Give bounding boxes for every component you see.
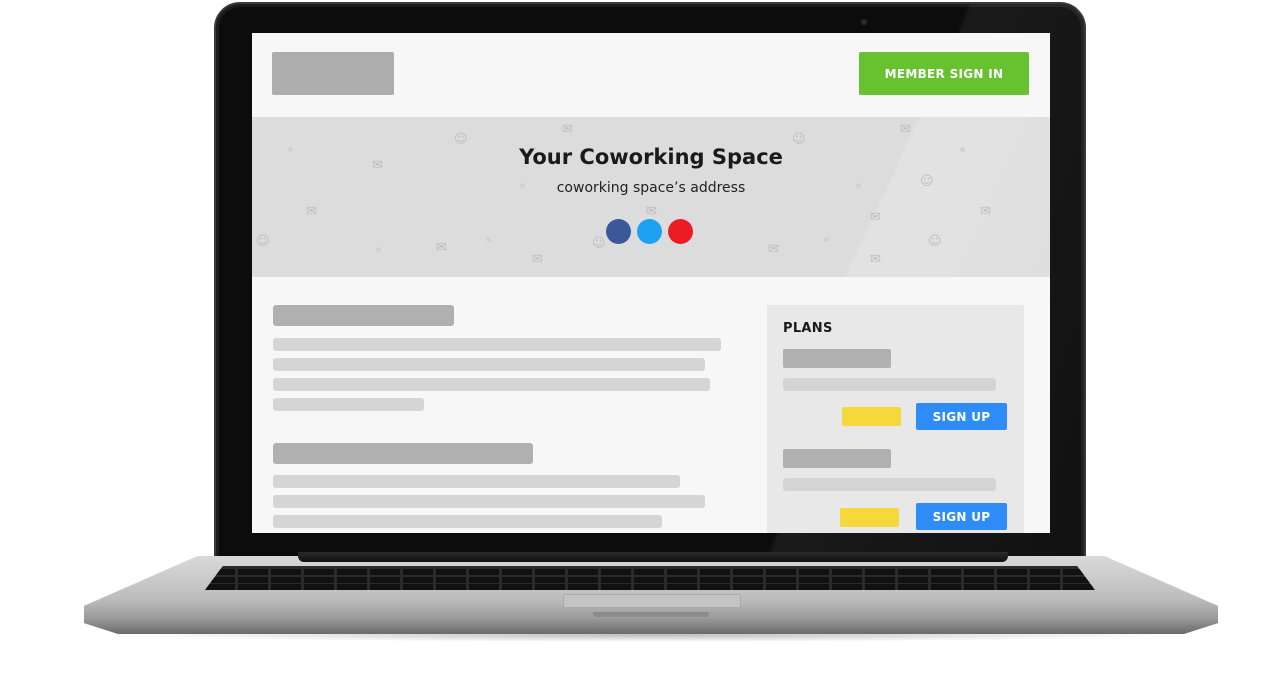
social-links <box>606 219 696 245</box>
webcam <box>861 19 867 25</box>
key-row <box>205 569 1095 575</box>
plan-price-placeholder <box>840 508 899 527</box>
envelope-pattern-icon: ✉ <box>646 204 657 219</box>
site-header: MEMBER SIGN IN <box>252 33 1050 117</box>
keyboard <box>205 566 1095 590</box>
plan-description-placeholder <box>783 378 996 391</box>
plans-panel: PLANS SIGN UP SIGN UP <box>767 305 1024 533</box>
envelope-pattern-icon: ✉ <box>870 210 881 225</box>
envelope-pattern-icon: ✉ <box>980 204 991 219</box>
pattern-dot <box>376 247 381 252</box>
text-line-placeholder <box>273 475 680 488</box>
plans-title: PLANS <box>783 321 833 336</box>
laptop-front-notch <box>593 612 709 617</box>
envelope-pattern-icon: ✉ <box>436 240 447 255</box>
hero-banner: ☺ ✉ ✉ ✉ ☺ ✉ ✉ ✉ ☺ ☺ ✉ ☺ ✉ ✉ ☺ ✉ ✉ Your C… <box>252 117 1050 277</box>
plan-name-placeholder <box>783 349 891 368</box>
text-line-placeholder <box>273 495 705 508</box>
plan-price-placeholder <box>842 407 901 426</box>
user-pattern-icon: ☺ <box>256 234 270 249</box>
sign-up-button[interactable]: SIGN UP <box>916 503 1007 530</box>
text-line-placeholder <box>273 338 721 351</box>
text-line-placeholder <box>273 378 710 391</box>
youtube-icon[interactable] <box>668 219 693 244</box>
key-row <box>205 584 1095 590</box>
text-line-placeholder <box>273 358 705 371</box>
sign-up-button[interactable]: SIGN UP <box>916 403 1007 430</box>
envelope-pattern-icon: ✉ <box>562 122 573 137</box>
envelope-pattern-icon: ✉ <box>900 122 911 137</box>
member-sign-in-button[interactable]: MEMBER SIGN IN <box>859 52 1029 95</box>
laptop-hinge <box>298 552 1008 562</box>
twitter-icon[interactable] <box>637 219 662 244</box>
pattern-dot <box>824 237 829 242</box>
plan-name-placeholder <box>783 449 891 468</box>
envelope-pattern-icon: ✉ <box>306 204 317 219</box>
envelope-pattern-icon: ✉ <box>768 242 779 257</box>
hero-title: Your Coworking Space <box>519 145 783 169</box>
user-pattern-icon: ☺ <box>928 234 942 249</box>
envelope-pattern-icon: ✉ <box>532 252 543 267</box>
hero-address: coworking space’s address <box>556 180 746 196</box>
key-row <box>205 577 1095 583</box>
pattern-dot <box>486 237 491 242</box>
laptop-screen: MEMBER SIGN IN ☺ ✉ ✉ ✉ ☺ ✉ ✉ ✉ ☺ ☺ ✉ ☺ ✉… <box>252 33 1050 533</box>
main-content: PLANS SIGN UP SIGN UP <box>252 277 1050 533</box>
logo-placeholder[interactable] <box>272 52 394 95</box>
envelope-pattern-icon: ✉ <box>870 252 881 267</box>
trackpad <box>563 594 741 608</box>
user-pattern-icon: ☺ <box>592 236 606 251</box>
article-heading-placeholder <box>273 305 454 326</box>
text-line-placeholder <box>273 515 662 528</box>
text-line-placeholder <box>273 398 424 411</box>
article-heading-placeholder <box>273 443 533 464</box>
facebook-icon[interactable] <box>606 219 631 244</box>
plan-description-placeholder <box>783 478 996 491</box>
